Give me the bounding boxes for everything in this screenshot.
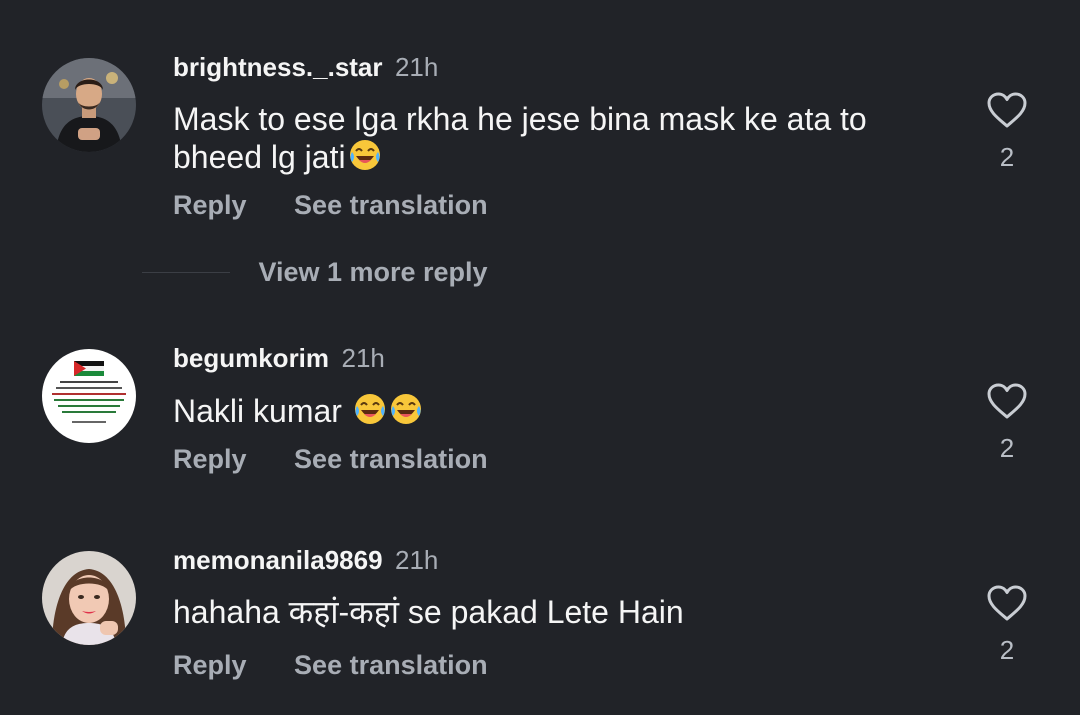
- laughing-tears-emoji-icon: [390, 394, 421, 424]
- avatar[interactable]: [42, 551, 136, 645]
- comment-meta: memonanila9869 21h: [173, 545, 438, 576]
- comment-text: Mask to ese lga rkha he jese bina mask k…: [173, 101, 933, 176]
- like-control: 2: [985, 381, 1029, 464]
- reply-button[interactable]: Reply: [173, 650, 247, 680]
- like-count: 2: [999, 433, 1015, 463]
- timestamp: 21h: [341, 343, 385, 373]
- comment-actions: Reply See translation: [173, 650, 488, 681]
- comment-text: hahaha कहां-कहां se pakad Lete Hain: [173, 594, 933, 631]
- comment-text-line: hahaha कहां-कहां se pakad Lete Hain: [173, 594, 684, 630]
- username[interactable]: memonanila9869: [173, 545, 383, 575]
- avatar[interactable]: [42, 349, 136, 443]
- reply-button[interactable]: Reply: [173, 444, 247, 474]
- comment-text-line: bheed lg jati: [173, 139, 346, 175]
- like-control: 2: [985, 583, 1029, 666]
- like-control: 2: [985, 90, 1029, 173]
- laughing-tears-emoji-icon: [349, 140, 380, 170]
- heart-icon[interactable]: [985, 583, 1029, 623]
- like-count: 2: [999, 635, 1015, 665]
- see-translation-button[interactable]: See translation: [294, 444, 488, 474]
- reply-divider-line: [142, 272, 230, 273]
- like-count: 2: [999, 142, 1015, 172]
- username[interactable]: begumkorim: [173, 343, 329, 373]
- laughing-tears-emoji-icon: [354, 394, 385, 424]
- see-translation-button[interactable]: See translation: [294, 650, 488, 680]
- avatar[interactable]: [42, 58, 136, 152]
- view-more-replies-button[interactable]: View 1 more reply: [258, 257, 487, 287]
- view-more-replies: View 1 more reply: [142, 257, 488, 288]
- see-translation-button[interactable]: See translation: [294, 190, 488, 220]
- username[interactable]: brightness._.star: [173, 52, 383, 82]
- reply-button[interactable]: Reply: [173, 190, 247, 220]
- comment-meta: begumkorim 21h: [173, 343, 385, 374]
- timestamp: 21h: [394, 52, 439, 82]
- timestamp: 21h: [395, 545, 439, 575]
- comment-text-line: Nakli kumar: [173, 393, 351, 429]
- heart-icon[interactable]: [985, 381, 1029, 421]
- heart-icon[interactable]: [985, 90, 1029, 130]
- comment-text-line: Mask to ese lga rkha he jese bina mask k…: [173, 101, 867, 137]
- comment-meta: brightness._.star 21h: [173, 52, 438, 83]
- comment-actions: Reply See translation: [173, 444, 488, 475]
- comment-actions: Reply See translation: [173, 190, 488, 221]
- comment-text: Nakli kumar: [173, 392, 933, 430]
